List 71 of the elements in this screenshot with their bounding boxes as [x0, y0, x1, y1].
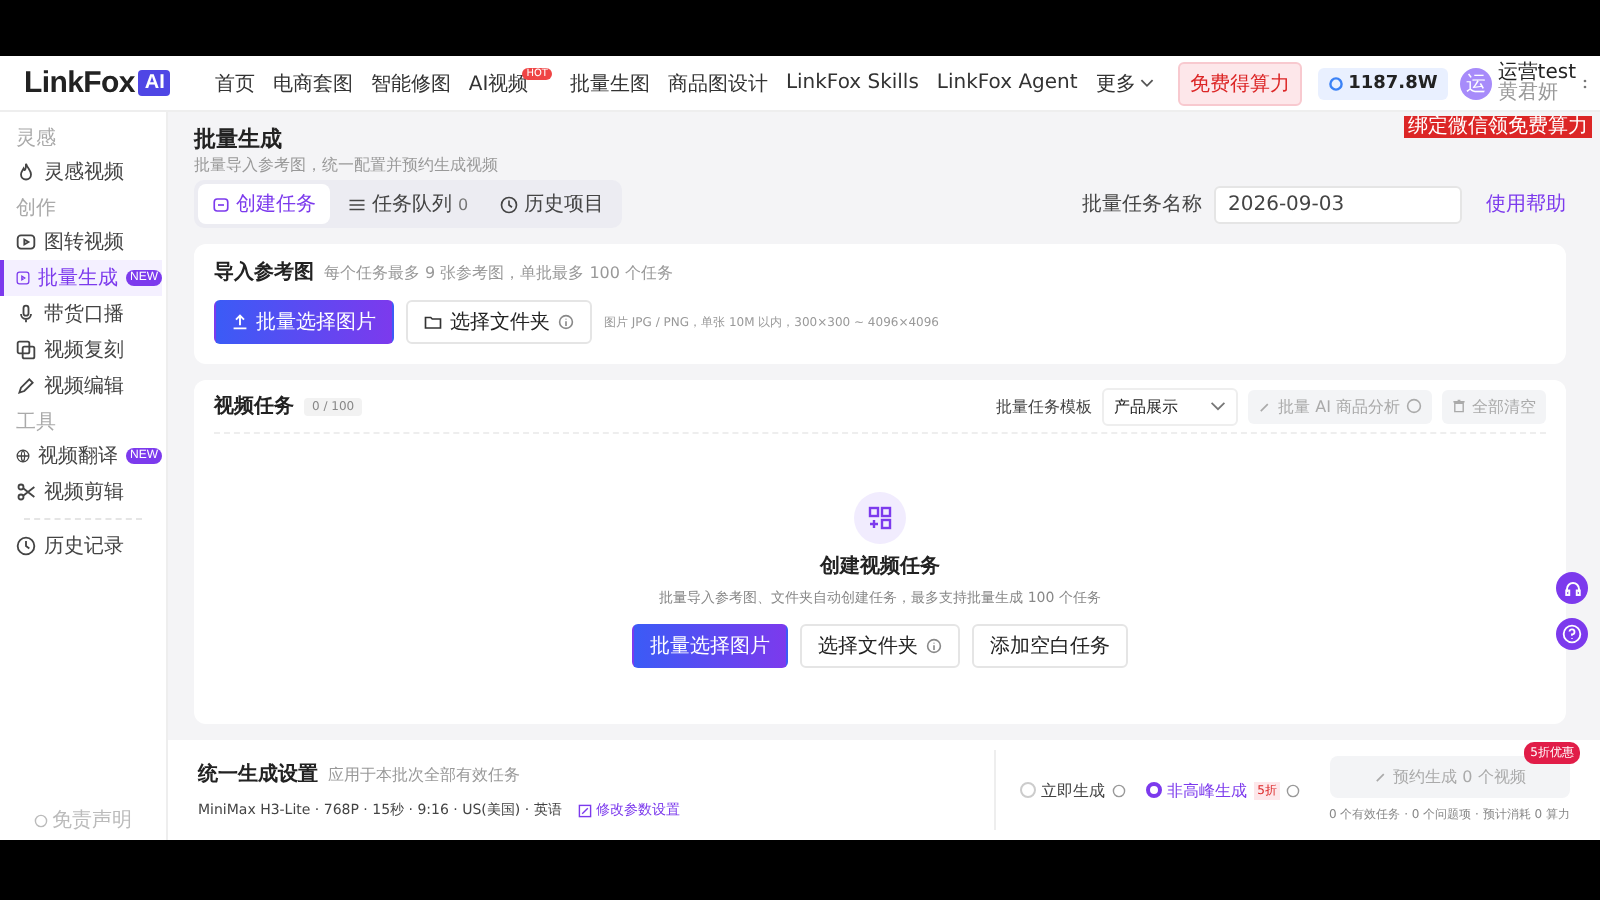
add-task-button[interactable]: 添加空白任务	[972, 623, 1128, 667]
sidebar-item[interactable]: 视频编辑	[4, 368, 162, 404]
list-icon	[348, 195, 366, 213]
field-label: 批量任务名称	[1082, 191, 1202, 218]
sidebar-item[interactable]: 历史记录	[4, 528, 162, 564]
upload-icon	[232, 314, 248, 330]
nav-link[interactable]: 更多	[1095, 69, 1154, 97]
nav-link[interactable]: 智能修图	[370, 69, 451, 97]
sidebar-item[interactable]: 灵感视频	[4, 154, 162, 190]
copy-icon	[16, 340, 36, 360]
coin-icon	[1328, 75, 1345, 91]
promo-tag: 绑定微信领免费算力	[1404, 115, 1592, 137]
credits-button[interactable]: 1187.8W	[1318, 67, 1448, 99]
pen-icon	[16, 376, 36, 396]
nav-link[interactable]: 商品图设计	[667, 69, 768, 97]
tab[interactable]: 任务队列 0	[334, 184, 483, 224]
nav-link[interactable]: LinkFox Agent	[936, 72, 1078, 94]
globe-icon	[16, 446, 30, 466]
card-hint: 每个任务最多 9 张参考图，单批最多 100 个任务	[324, 262, 674, 284]
flame-icon	[16, 162, 36, 182]
play-icon	[16, 232, 36, 252]
folder-button[interactable]: 选择文件夹	[800, 623, 960, 667]
page-subtitle: 批量导入参考图，统一配置并预约生成视频	[194, 154, 498, 176]
batch-name-field[interactable]: 2026-09-03	[1214, 185, 1462, 223]
nav-link[interactable]: LinkFox Skills	[785, 72, 919, 94]
settings-hint: 应用于本批次全部有效任务	[328, 764, 520, 786]
template-label: 批量任务模板	[996, 395, 1093, 417]
scissors-icon	[16, 482, 36, 502]
edit-icon	[577, 803, 592, 817]
section-title: 工具	[16, 410, 58, 436]
upload-button[interactable]: 批量选择图片	[632, 623, 788, 667]
section-title: 灵感	[16, 125, 58, 152]
batch-icon	[16, 268, 30, 288]
folder-button[interactable]: 选择文件夹	[406, 300, 592, 344]
card-title: 视频任务	[214, 393, 294, 420]
mode-option[interactable]: 立即生成	[1019, 779, 1126, 801]
page-title: 批量生成	[194, 124, 282, 154]
chevron-down-icon	[1139, 76, 1154, 90]
user-subtitle: 黄君妍	[1497, 83, 1560, 103]
sidebar-item[interactable]: 图转视频	[4, 224, 162, 260]
user-name: 运营test	[1497, 63, 1576, 83]
nav-link[interactable]: 首页	[214, 69, 255, 97]
help-link[interactable]: 使用帮助	[1486, 190, 1566, 218]
grid-plus-icon	[854, 491, 906, 543]
clock-icon	[16, 536, 36, 556]
upload-button[interactable]: 批量选择图片	[214, 300, 394, 344]
headset-icon[interactable]	[1556, 572, 1588, 604]
logo-text[interactable]: LinkFox	[24, 66, 135, 100]
template-dropdown[interactable]: 产品展示	[1102, 387, 1239, 425]
promo-button[interactable]: 免费得算力	[1178, 61, 1303, 105]
mic-icon	[16, 304, 36, 324]
help-icon[interactable]	[1556, 618, 1588, 650]
clock-icon	[500, 195, 519, 213]
sidebar-item[interactable]: 带货口播	[4, 296, 162, 332]
trash-icon	[1452, 398, 1466, 414]
sidebar-item[interactable]: 视频复刻	[4, 332, 162, 368]
empty-title: 创建视频任务	[820, 553, 940, 579]
create-icon	[212, 195, 230, 213]
circle-icon	[34, 813, 48, 827]
nav-link[interactable]: 电商套图	[272, 69, 353, 97]
tab[interactable]: 历史项目	[486, 184, 619, 224]
nav-link[interactable]: 批量生图	[569, 69, 650, 97]
radio-button[interactable]	[1145, 782, 1162, 798]
section-title: 创作	[16, 196, 58, 222]
logo-badge: AI	[138, 70, 171, 96]
card-title: 导入参考图	[214, 259, 314, 286]
sidebar-item[interactable]: 视频剪辑	[4, 474, 162, 510]
tab[interactable]: 创建任务	[198, 184, 330, 224]
folder-icon	[424, 314, 442, 330]
settings-title: 统一生成设置	[198, 761, 318, 788]
chevron-down-icon	[1210, 398, 1227, 414]
